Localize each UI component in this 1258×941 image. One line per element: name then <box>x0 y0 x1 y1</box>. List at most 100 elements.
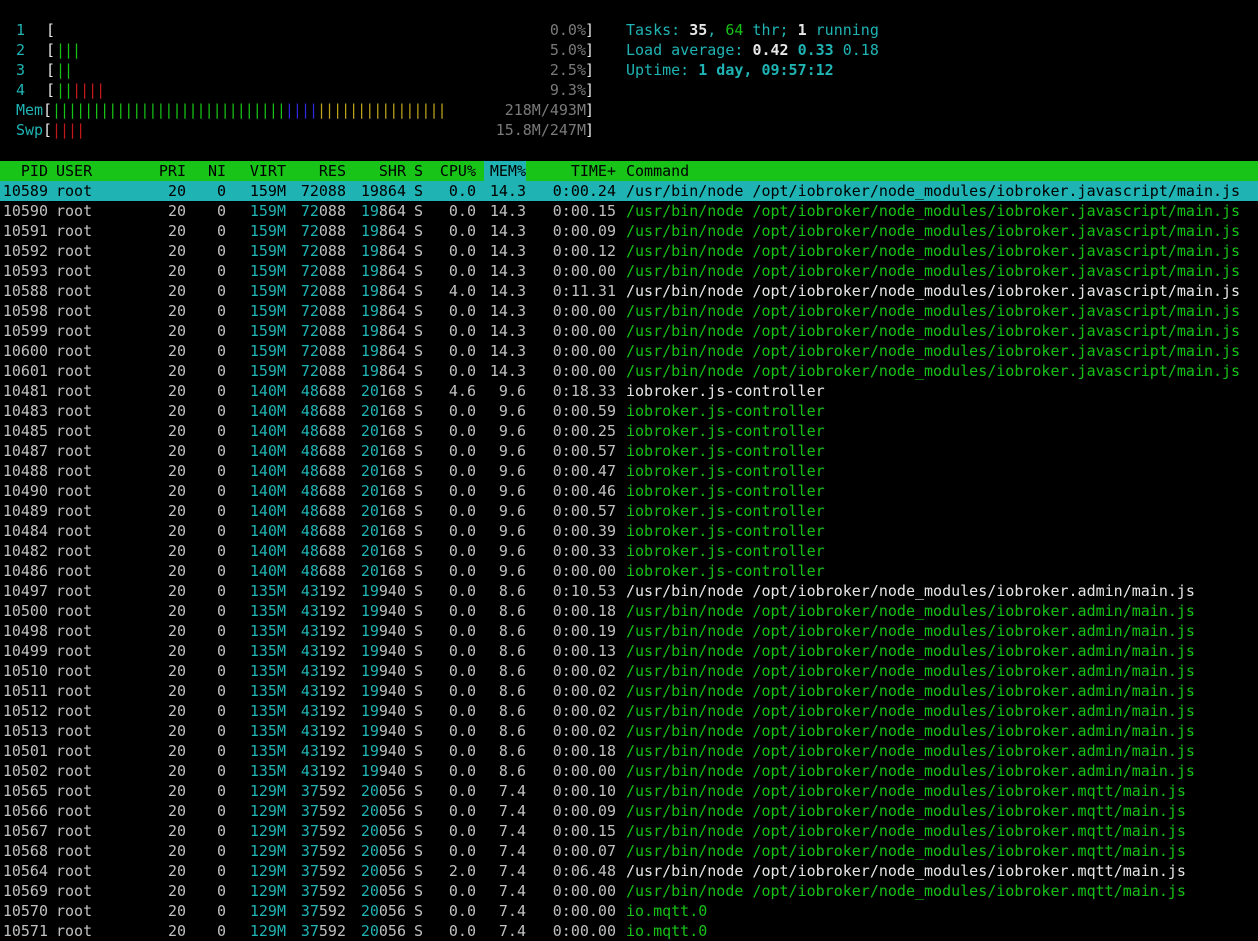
table-row[interactable]: 10569 root 20 0 129M 37592 20056 S 0.0 7.4 0:00.00… <box>0 881 1258 901</box>
table-row[interactable]: 10591 root 20 0 159M 72088 19864 S 0.0 14.3 0:00.0… <box>0 221 1258 241</box>
table-row[interactable]: 10568 root 20 0 129M 37592 20056 S 0.0 7.4 0:00.07… <box>0 841 1258 861</box>
cell-time: 0:11.31 <box>552 282 616 300</box>
table-row[interactable]: 10588 root 20 0 159M 72088 19864 S 4.0 14.3 0:11.3… <box>0 281 1258 301</box>
load-5: 0.33 <box>797 41 834 59</box>
cell-mem: 8.6 <box>498 722 526 740</box>
cell-s: S <box>414 402 424 420</box>
meter-label: Mem <box>16 101 44 119</box>
col-cpu[interactable]: CPU% <box>432 161 476 181</box>
cell-cpu: 0.0 <box>448 322 476 340</box>
table-row-selected[interactable]: 10589 root 20 0 159M 72088 19864 S 0.0 14.3 0:00.2… <box>0 181 1258 201</box>
cell-cpu: 0.0 <box>448 802 476 820</box>
cell-ni: 0 <box>216 862 226 880</box>
cell-ni: 0 <box>216 682 226 700</box>
cell-mem: 9.6 <box>498 542 526 560</box>
table-row[interactable]: 10487 root 20 0 140M 48688 20168 S 0.0 9.6 0:00.57… <box>0 441 1258 461</box>
table-row[interactable]: 10489 root 20 0 140M 48688 20168 S 0.0 9.6 0:00.57… <box>0 501 1258 521</box>
table-row[interactable]: 10593 root 20 0 159M 72088 19864 S 0.0 14.3 0:00.0… <box>0 261 1258 281</box>
table-row[interactable]: 10571 root 20 0 129M 37592 20056 S 0.0 7.4 0:00.00… <box>0 921 1258 941</box>
table-row[interactable]: 10512 root 20 0 135M 43192 19940 S 0.0 8.6 0:00.02… <box>0 701 1258 721</box>
table-row[interactable]: 10513 root 20 0 135M 43192 19940 S 0.0 8.6 0:00.02… <box>0 721 1258 741</box>
col-res[interactable]: RES <box>292 161 346 181</box>
cell-user: root <box>56 622 93 640</box>
table-row[interactable]: 10511 root 20 0 135M 43192 19940 S 0.0 8.6 0:00.02… <box>0 681 1258 701</box>
cell-cmd: iobroker.js-controller <box>626 482 825 500</box>
cell-time: 0:00.18 <box>552 742 616 760</box>
cell-pri: 20 <box>167 542 186 560</box>
table-row[interactable]: 10601 root 20 0 159M 72088 19864 S 0.0 14.3 0:00.0… <box>0 361 1258 381</box>
table-row[interactable]: 10500 root 20 0 135M 43192 19940 S 0.0 8.6 0:00.18… <box>0 601 1258 621</box>
cell-cmd: /usr/bin/node /opt/iobroker/node_modules… <box>626 202 1241 220</box>
cell-time: 0:00.10 <box>552 782 616 800</box>
table-row[interactable]: 10482 root 20 0 140M 48688 20168 S 0.0 9.6 0:00.33… <box>0 541 1258 561</box>
meter-value: 218M/493M <box>504 101 586 119</box>
cell-pid: 10513 <box>2 722 48 740</box>
table-row[interactable]: 10599 root 20 0 159M 72088 19864 S 0.0 14.3 0:00.0… <box>0 321 1258 341</box>
cell-virt: 159M <box>249 322 286 340</box>
table-row[interactable]: 10567 root 20 0 129M 37592 20056 S 0.0 7.4 0:00.15… <box>0 821 1258 841</box>
table-row[interactable]: 10590 root 20 0 159M 72088 19864 S 0.0 14.3 0:00.1… <box>0 201 1258 221</box>
cell-time: 0:00.00 <box>552 762 616 780</box>
col-shr[interactable]: SHR <box>352 161 406 181</box>
cell-pri: 20 <box>167 222 186 240</box>
table-row[interactable]: 10510 root 20 0 135M 43192 19940 S 0.0 8.6 0:00.02… <box>0 661 1258 681</box>
cell-pid: 10598 <box>2 302 48 320</box>
table-row[interactable]: 10497 root 20 0 135M 43192 19940 S 0.0 8.6 0:10.53… <box>0 581 1258 601</box>
table-row[interactable]: 10490 root 20 0 140M 48688 20168 S 0.0 9.6 0:00.46… <box>0 481 1258 501</box>
cell-user: root <box>56 722 93 740</box>
table-row[interactable]: 10501 root 20 0 135M 43192 19940 S 0.0 8.6 0:00.18… <box>0 741 1258 761</box>
table-row[interactable]: 10481 root 20 0 140M 48688 20168 S 4.6 9.6 0:18.33… <box>0 381 1258 401</box>
cell-cpu: 0.0 <box>448 402 476 420</box>
cell-user: root <box>56 862 93 880</box>
table-row[interactable]: 10483 root 20 0 140M 48688 20168 S 0.0 9.6 0:00.59… <box>0 401 1258 421</box>
table-row[interactable]: 10502 root 20 0 135M 43192 19940 S 0.0 8.6 0:00.00… <box>0 761 1258 781</box>
table-row[interactable]: 10566 root 20 0 129M 37592 20056 S 0.0 7.4 0:00.09… <box>0 801 1258 821</box>
cell-ni: 0 <box>216 402 226 420</box>
cell-shr: 20168 <box>360 402 406 420</box>
cell-shr: 19864 <box>360 202 406 220</box>
table-row[interactable]: 10598 root 20 0 159M 72088 19864 S 0.0 14.3 0:00.0… <box>0 301 1258 321</box>
cell-pid: 10511 <box>2 682 48 700</box>
col-state[interactable]: S <box>414 161 426 181</box>
cell-res: 37592 <box>300 822 346 840</box>
table-row[interactable]: 10565 root 20 0 129M 37592 20056 S 0.0 7.4 0:00.10… <box>0 781 1258 801</box>
table-row[interactable]: 10485 root 20 0 140M 48688 20168 S 0.0 9.6 0:00.25… <box>0 421 1258 441</box>
cell-virt: 140M <box>249 462 286 480</box>
cell-time: 0:00.47 <box>552 462 616 480</box>
cell-cpu: 0.0 <box>448 362 476 380</box>
cell-shr: 20056 <box>360 782 406 800</box>
table-row[interactable]: 10484 root 20 0 140M 48688 20168 S 0.0 9.6 0:00.39… <box>0 521 1258 541</box>
cell-pid: 10487 <box>2 442 48 460</box>
cell-shr: 20056 <box>360 882 406 900</box>
cell-res: 72088 <box>300 302 346 320</box>
table-row[interactable]: 10498 root 20 0 135M 43192 19940 S 0.0 8.6 0:00.19… <box>0 621 1258 641</box>
cell-ni: 0 <box>216 262 226 280</box>
table-row[interactable]: 10564 root 20 0 129M 37592 20056 S 2.0 7.4 0:06.48… <box>0 861 1258 881</box>
col-mem[interactable]: MEM% <box>484 161 526 181</box>
cell-s: S <box>414 382 424 400</box>
col-pri[interactable]: PRI <box>150 161 186 181</box>
col-user[interactable]: USER <box>56 161 92 181</box>
table-row[interactable]: 10486 root 20 0 140M 48688 20168 S 0.0 9.6 0:00.00… <box>0 561 1258 581</box>
cell-time: 0:00.57 <box>552 442 616 460</box>
col-pid[interactable]: PID <box>0 161 48 181</box>
table-row[interactable]: 10499 root 20 0 135M 43192 19940 S 0.0 8.6 0:00.13… <box>0 641 1258 661</box>
col-time[interactable]: TIME+ <box>540 161 616 181</box>
table-row[interactable]: 10600 root 20 0 159M 72088 19864 S 0.0 14.3 0:00.0… <box>0 341 1258 361</box>
cell-s: S <box>414 802 424 820</box>
col-ni[interactable]: NI <box>196 161 226 181</box>
cell-pid: 10601 <box>2 362 48 380</box>
cell-pid: 10566 <box>2 802 48 820</box>
threads-count: 64 <box>725 21 744 39</box>
table-row[interactable]: 10488 root 20 0 140M 48688 20168 S 0.0 9.6 0:00.47… <box>0 461 1258 481</box>
col-command[interactable]: Command <box>626 161 689 181</box>
table-row[interactable]: 10570 root 20 0 129M 37592 20056 S 0.0 7.4 0:00.00… <box>0 901 1258 921</box>
cell-shr: 19864 <box>360 302 406 320</box>
cell-pid: 10564 <box>2 862 48 880</box>
col-virt[interactable]: VIRT <box>238 161 286 181</box>
table-row[interactable]: 10592 root 20 0 159M 72088 19864 S 0.0 14.3 0:00.1… <box>0 241 1258 261</box>
cell-cmd: /usr/bin/node /opt/iobroker/node_modules… <box>626 642 1195 660</box>
cell-pid: 10486 <box>2 562 48 580</box>
cell-user: root <box>56 502 93 520</box>
cell-ni: 0 <box>216 442 226 460</box>
